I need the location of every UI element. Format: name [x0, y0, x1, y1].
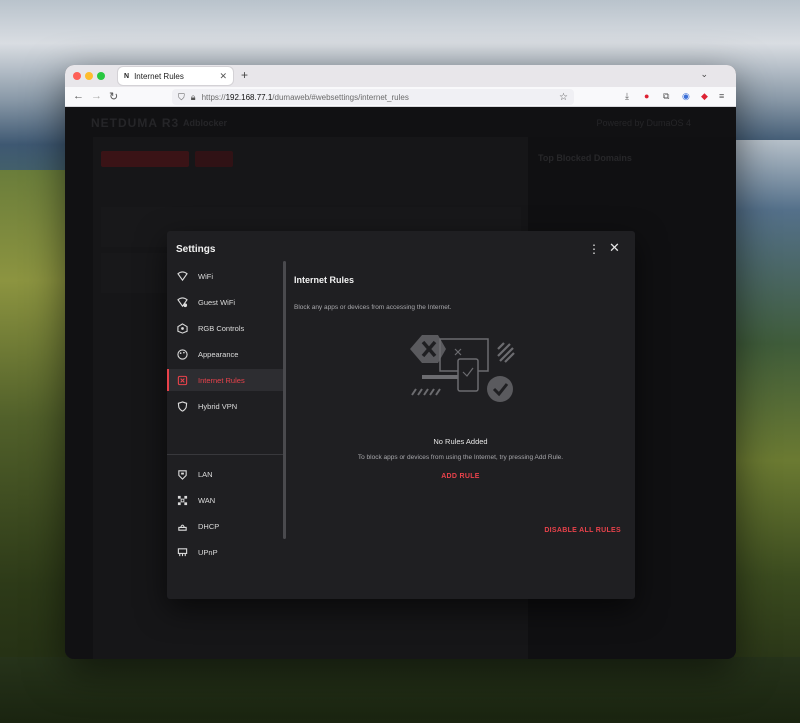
nav-label: UPnP — [198, 547, 218, 557]
wallpaper-bottom — [0, 657, 800, 723]
url-text: https://192.168.77.1/dumaweb/#websetting… — [201, 92, 409, 102]
tab-title: Internet Rules — [134, 71, 184, 81]
tab-list-chevron-icon[interactable]: ⌄ — [700, 69, 708, 80]
bookmark-star-icon[interactable]: ☆ — [559, 92, 568, 103]
forward-icon[interactable]: → — [91, 90, 102, 102]
empty-state-subtitle: To block apps or devices from using the … — [357, 454, 564, 461]
nav-item-internet-rules[interactable]: Internet Rules — [167, 369, 283, 391]
empty-state-title: No Rules Added — [433, 437, 488, 446]
add-rule-button[interactable]: ADD RULE — [286, 473, 635, 480]
close-icon[interactable]: ✕ — [609, 240, 620, 256]
nav-item-hybrid-vpn[interactable]: Hybrid VPN — [167, 395, 283, 417]
nav-label: Internet Rules — [198, 375, 245, 385]
page-content: NETDUMA R3 Adblocker Powered by DumaOS 4… — [65, 107, 736, 659]
nav-item-wifi[interactable]: WiFi — [167, 265, 283, 287]
internet-rules-icon — [177, 375, 188, 386]
wallpaper-left — [0, 170, 70, 723]
reload-icon[interactable]: ↻ — [109, 90, 118, 103]
nav-item-guest-wifi[interactable]: Guest WiFi — [167, 291, 283, 313]
download-icon[interactable]: ⤓ — [625, 91, 629, 102]
new-tab-button[interactable]: + — [241, 68, 248, 82]
nav-label: LAN — [198, 469, 213, 479]
nav-item-appearance[interactable]: Appearance — [167, 343, 283, 365]
lan-icon — [177, 469, 188, 480]
nav-item-upnp[interactable]: UPnP — [167, 541, 283, 563]
zoom-window-button[interactable] — [97, 72, 105, 80]
back-icon[interactable]: ← — [73, 90, 84, 102]
nav-item-lan[interactable]: LAN — [167, 463, 283, 485]
upnp-icon — [177, 547, 188, 558]
more-options-icon[interactable]: ⋮ — [588, 242, 600, 256]
navigation-bar: ← → ↻ ⛉ 🔒︎ https://192.168.77.1/dumaweb/… — [65, 87, 736, 107]
guest-wifi-icon — [177, 296, 188, 308]
panel-description: Block any apps or devices from accessing… — [294, 304, 452, 311]
disable-all-rules-button[interactable]: DISABLE ALL RULES — [544, 527, 621, 534]
adblock-icon[interactable]: ◆ — [701, 91, 708, 102]
nav-label: Guest WiFi — [198, 297, 236, 307]
wifi-icon — [177, 270, 188, 282]
nav-divider — [167, 454, 283, 455]
menu-icon[interactable]: ≡ — [719, 91, 724, 101]
nav-label: Appearance — [198, 349, 239, 359]
nav-label: WiFi — [198, 271, 213, 281]
dhcp-icon — [177, 521, 188, 532]
settings-dialog: Settings ⋮ ✕ WiFi Guest WiFi RGB Control… — [167, 231, 635, 599]
browser-tab[interactable]: N Internet Rules ✕ — [118, 67, 233, 85]
rgb-icon — [177, 322, 188, 334]
wan-icon — [177, 495, 188, 506]
shield-icon — [177, 400, 188, 412]
nav-label: WAN — [198, 495, 216, 505]
shield-tracking-icon[interactable]: ⛉ — [178, 92, 185, 103]
close-window-button[interactable] — [73, 72, 81, 80]
nav-label: Hybrid VPN — [198, 401, 238, 411]
lock-icon[interactable]: 🔒︎ — [191, 92, 196, 103]
nav-item-rgb-controls[interactable]: RGB Controls — [167, 317, 283, 339]
internet-rules-panel: Internet Rules Block any apps or devices… — [286, 261, 635, 599]
wallpaper-right — [734, 140, 800, 723]
extension-icon[interactable]: ● — [644, 91, 649, 101]
panel-title: Internet Rules — [294, 275, 355, 285]
nav-label: DHCP — [198, 521, 220, 531]
tab-bar: N Internet Rules ✕ + ⌄ — [65, 65, 736, 87]
nav-item-wan[interactable]: WAN — [167, 489, 283, 511]
account-icon[interactable]: ◉ — [682, 91, 690, 102]
palette-icon — [177, 348, 188, 360]
close-tab-icon[interactable]: ✕ — [219, 71, 227, 82]
extensions-puzzle-icon[interactable]: ⧉ — [663, 91, 669, 102]
nav-item-dhcp[interactable]: DHCP — [167, 515, 283, 537]
minimize-window-button[interactable] — [85, 72, 93, 80]
browser-window: N Internet Rules ✕ + ⌄ ← → ↻ ⛉ 🔒︎ https:… — [65, 65, 736, 659]
nav-label: RGB Controls — [198, 323, 245, 333]
address-bar[interactable]: ⛉ 🔒︎ https://192.168.77.1/dumaweb/#webse… — [172, 89, 574, 105]
dialog-title: Settings — [176, 244, 216, 255]
settings-nav: WiFi Guest WiFi RGB Controls Appearance … — [167, 261, 283, 557]
no-rules-illustration — [410, 335, 515, 402]
favicon-icon: N — [124, 72, 130, 80]
